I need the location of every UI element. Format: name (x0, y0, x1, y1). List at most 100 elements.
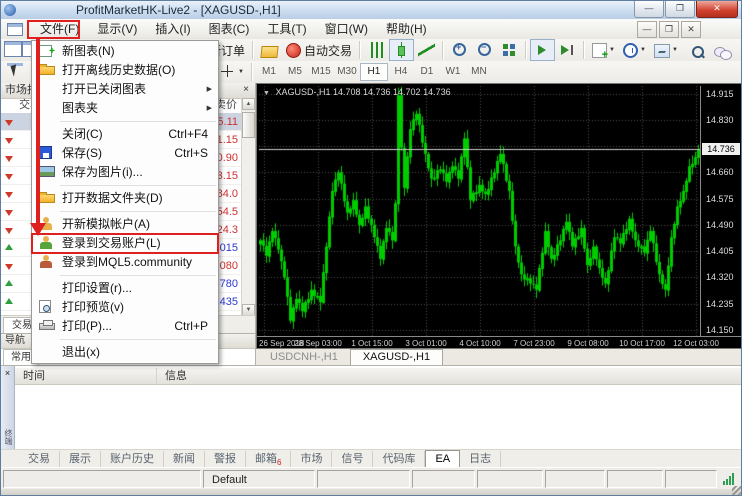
status-cell (545, 470, 605, 488)
arrow-down-icon (5, 138, 13, 148)
file-menu-item-11[interactable]: 开新模拟帐户(A) (32, 215, 218, 234)
timeframe-MN[interactable]: MN (466, 63, 492, 81)
terminal-grip[interactable]: × 终端 (1, 366, 15, 449)
auto-scroll-button[interactable] (530, 39, 555, 61)
timeframe-W1[interactable]: W1 (440, 63, 466, 81)
file-menu-item-12[interactable]: 登录到交易账户(L) (32, 234, 218, 253)
minimize-button[interactable]: — (634, 1, 664, 18)
menubar-item-4[interactable]: 图表(C) (200, 19, 259, 39)
menubar-item-2[interactable]: 显示(V) (88, 19, 146, 39)
chart-tab-USDCNHH1[interactable]: USDCNH-,H1 (258, 350, 350, 365)
status-cell (317, 470, 410, 488)
menu-item-label: 关闭(C) (62, 127, 103, 141)
file-menu-item-16[interactable]: 打印预览(v) (32, 298, 218, 317)
indicators-icon (592, 43, 607, 58)
file-menu-item-9[interactable]: 打开数据文件夹(D) (32, 189, 218, 208)
scroll-up-icon[interactable]: ▲ (242, 98, 255, 110)
chevron-down-icon[interactable]: ▼ (672, 47, 678, 53)
time-axis-label: 4 Oct 10:00 (459, 339, 500, 348)
time-column-header[interactable]: 时间 (15, 368, 157, 384)
periods-button[interactable]: ▼ (619, 39, 650, 61)
terminal-tab-EA[interactable]: EA (425, 450, 460, 467)
search-button[interactable] (685, 41, 710, 63)
price-axis-label: 14.490 (706, 220, 734, 230)
timeframe-H4[interactable]: H4 (388, 63, 414, 81)
terminal-tab-展示[interactable]: 展示 (60, 451, 101, 467)
terminal-tab-交易[interactable]: 交易 (19, 451, 60, 467)
chevron-down-icon[interactable]: ▼ (609, 47, 615, 53)
close-button[interactable]: ✕ (696, 1, 738, 18)
file-menu-item-0[interactable]: 新图表(N) (32, 42, 218, 61)
message-column-header[interactable]: 信息 (157, 368, 742, 384)
bar-chart-button[interactable] (364, 39, 389, 61)
timeframe-H1[interactable]: H1 (360, 63, 388, 81)
chat-button[interactable] (710, 41, 735, 63)
candlestick-button[interactable] (389, 39, 414, 61)
chart-plot[interactable] (259, 86, 700, 336)
file-menu-item-13[interactable]: 登录到MQL5.community (32, 253, 218, 272)
periods-icon (623, 43, 638, 58)
file-menu-item-5[interactable]: 关闭(C)Ctrl+F4 (32, 125, 218, 144)
file-menu-item-3[interactable]: 图表夹▶ (32, 99, 218, 118)
chart-tab-XAGUSDH1[interactable]: XAGUSD-,H1 (350, 349, 443, 365)
terminal-tab-信号[interactable]: 信号 (332, 451, 373, 467)
terminal-tab-代码库[interactable]: 代码库 (373, 451, 425, 467)
resize-grip[interactable] (732, 486, 742, 496)
zoom-out-button[interactable] (472, 39, 497, 61)
mdi-minimize-button[interactable]: — (637, 21, 657, 38)
file-menu-item-19[interactable]: 退出(x) (32, 343, 218, 362)
timeframe-M15[interactable]: M15 (308, 63, 334, 81)
menubar-item-3[interactable]: 插入(I) (146, 19, 199, 39)
autotrading-button[interactable]: 自动交易 (282, 39, 356, 61)
chevron-down-icon[interactable]: ▼ (263, 90, 270, 97)
file-menu-item-1[interactable]: 打开离线历史数据(O) (32, 61, 218, 80)
file-menu-item-15[interactable]: 打印设置(r)... (32, 279, 218, 298)
timeframe-D1[interactable]: D1 (414, 63, 440, 81)
menubar-item-5[interactable]: 工具(T) (258, 19, 315, 39)
chart-shift-button[interactable] (555, 39, 580, 61)
terminal-tab-警报[interactable]: 警报 (205, 451, 246, 467)
mdi-restore-button[interactable]: ❐ (659, 21, 679, 38)
tile-windows-button[interactable] (497, 39, 522, 61)
terminal-tab-市场[interactable]: 市场 (291, 451, 332, 467)
market-watch-scrollbar[interactable]: ▲ ▼ (241, 98, 255, 316)
file-menu-item-6[interactable]: 保存(S)Ctrl+S (32, 144, 218, 163)
terminal-tab-日志[interactable]: 日志 (460, 451, 501, 467)
terminal-tab-账户历史[interactable]: 账户历史 (101, 451, 164, 467)
account-login-icon (39, 236, 55, 250)
menu-item-label: 保存为图片(i)... (62, 165, 143, 179)
market-watch-close-icon[interactable]: × (240, 84, 252, 96)
timeframe-M1[interactable]: M1 (256, 63, 282, 81)
terminal-tab-邮箱[interactable]: 邮箱6 (246, 451, 291, 467)
scrollbar-thumb[interactable] (242, 112, 255, 138)
time-axis-label: 1 Oct 15:00 (351, 339, 392, 348)
templates-button[interactable]: ▼ (650, 39, 682, 61)
status-cell (412, 470, 475, 488)
templates-icon (654, 44, 670, 58)
mdi-close-button[interactable]: ✕ (681, 21, 701, 38)
line-chart-button[interactable] (414, 39, 439, 61)
chevron-down-icon[interactable]: ▼ (238, 69, 244, 75)
file-menu-item-7[interactable]: 保存为图片(i)... (32, 163, 218, 182)
arrow-down-icon (5, 174, 13, 184)
indicators-button[interactable]: ▼ (588, 39, 619, 61)
maximize-button[interactable]: ❐ (665, 1, 695, 18)
terminal-close-icon[interactable]: × (3, 368, 13, 378)
file-menu-item-17[interactable]: 打印(P)...Ctrl+P (32, 317, 218, 336)
menubar-item-6[interactable]: 窗口(W) (316, 19, 377, 39)
crosshair-button[interactable]: ▼ (215, 61, 248, 83)
chart-window-icon[interactable] (7, 23, 23, 36)
zoom-in-button[interactable] (447, 39, 472, 61)
timeframe-M5[interactable]: M5 (282, 63, 308, 81)
chat-icon (714, 44, 731, 60)
toolbar-separator (251, 63, 253, 81)
window-icon[interactable] (4, 41, 22, 57)
timeframe-M30[interactable]: M30 (334, 63, 360, 81)
envelope-button[interactable] (257, 39, 282, 61)
cursor-icon[interactable] (7, 63, 23, 77)
menubar-item-7[interactable]: 帮助(H) (377, 19, 436, 39)
file-menu-item-2[interactable]: 打开已关闭图表▶ (32, 80, 218, 99)
terminal-tab-新闻[interactable]: 新闻 (164, 451, 205, 467)
title-bar[interactable]: ProfitMarketHK-Live2 - [XAGUSD-,H1] — ❐ … (1, 1, 741, 20)
chevron-down-icon[interactable]: ▼ (640, 47, 646, 53)
